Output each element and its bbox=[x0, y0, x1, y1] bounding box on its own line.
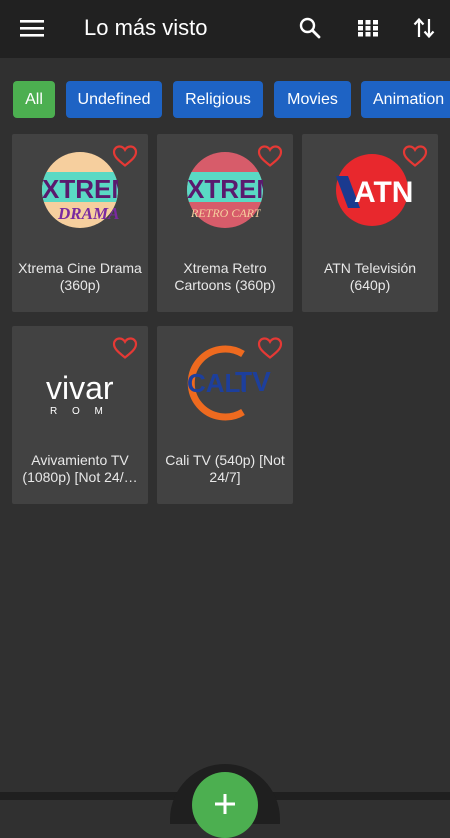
favorite-heart-icon[interactable] bbox=[257, 144, 283, 168]
channel-name: Xtrema Retro Cartoons (360p) bbox=[174, 260, 276, 293]
app-bar: Lo más visto bbox=[0, 0, 450, 58]
filter-chip-religious[interactable]: Religious bbox=[173, 81, 263, 118]
logo-text: XTREM bbox=[187, 174, 263, 204]
logo-text: vivar bbox=[46, 370, 114, 406]
channel-name: ATN Televisión (640p) bbox=[323, 260, 417, 293]
channel-name: Cali TV (540p) [Not 24/7] bbox=[165, 452, 285, 485]
logo-text: DRAMA bbox=[58, 204, 120, 223]
sort-icon[interactable] bbox=[406, 10, 442, 46]
favorite-heart-icon[interactable] bbox=[257, 336, 283, 360]
favorite-heart-icon[interactable] bbox=[112, 336, 138, 360]
logo-text: R O M bbox=[50, 406, 109, 417]
logo-text: XTREM bbox=[42, 174, 118, 204]
filter-chip-undefined[interactable]: Undefined bbox=[66, 81, 162, 118]
filter-chip-movies[interactable]: Movies bbox=[274, 81, 351, 118]
channel-card[interactable]: XTREM DRAMA Xtrema Cine Drama (360p) bbox=[12, 134, 148, 312]
add-icon bbox=[215, 794, 235, 814]
category-filter-bar: All Undefined Religious Movies Animation bbox=[0, 81, 450, 119]
channel-card[interactable]: XTREM RETRO CARTOONS Xtrema Retro Cartoo… bbox=[157, 134, 293, 312]
favorite-heart-icon[interactable] bbox=[402, 144, 428, 168]
logo-text: RETRO CARTOONS bbox=[191, 206, 261, 220]
channel-name: Xtrema Cine Drama (360p) bbox=[18, 260, 142, 293]
channel-card[interactable]: vivar R O M Avivamiento TV (1080p) [Not … bbox=[12, 326, 148, 504]
grid-view-icon[interactable] bbox=[350, 10, 386, 46]
favorite-heart-icon[interactable] bbox=[112, 144, 138, 168]
add-button[interactable] bbox=[192, 772, 258, 838]
channel-card[interactable]: CALI TV Cali TV (540p) [Not 24/7] bbox=[157, 326, 293, 504]
channel-name: Avivamiento TV (1080p) [Not 24/… bbox=[22, 452, 138, 485]
page-title: Lo más visto bbox=[84, 15, 208, 40]
search-icon[interactable] bbox=[292, 10, 328, 46]
logo-text: ATN bbox=[354, 176, 414, 209]
filter-chip-animation[interactable]: Animation bbox=[361, 81, 450, 118]
hamburger-menu-icon[interactable] bbox=[12, 10, 52, 46]
channel-card[interactable]: ATN ATN Televisión (640p) bbox=[302, 134, 438, 312]
logo-text: TV bbox=[235, 366, 271, 397]
filter-chip-all[interactable]: All bbox=[13, 81, 55, 118]
